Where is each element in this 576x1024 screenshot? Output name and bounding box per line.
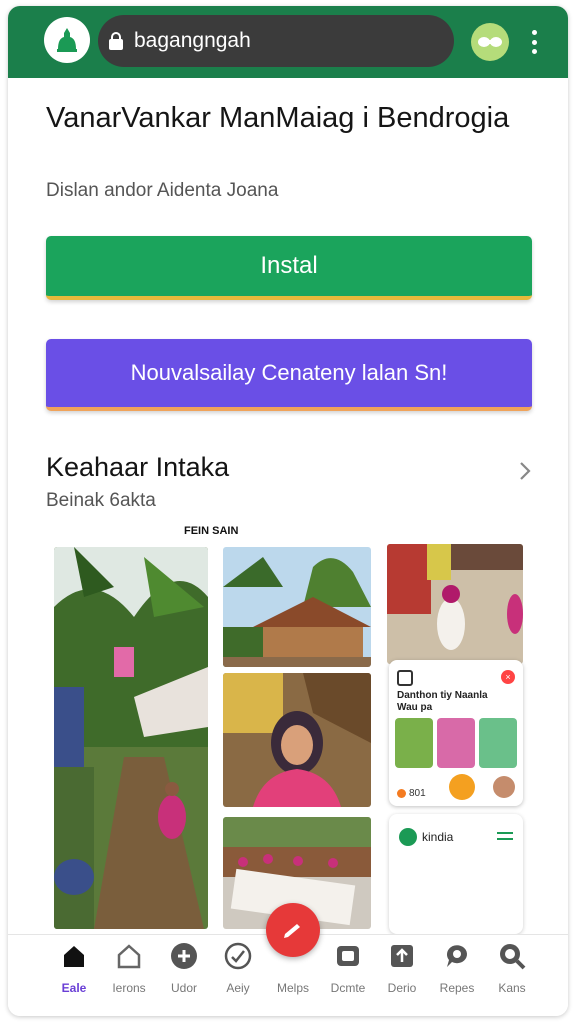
gallery-photo-girl[interactable] <box>223 673 371 807</box>
plus-circle-icon <box>169 941 199 971</box>
app-frame: bagangngah VanarVankar ManMaiag i Bendro… <box>8 6 568 1016</box>
nav-item-udor[interactable]: Udor <box>156 941 212 1007</box>
app-subtitle: Dislan andor Aidenta Joana <box>46 180 279 201</box>
preview-card[interactable]: × Danthon tiy Naanla Wau pa 801 <box>389 660 523 806</box>
gallery-photo-market[interactable] <box>387 544 523 664</box>
nav-label: Kans <box>498 981 526 995</box>
search-icon <box>497 941 527 971</box>
extension-icon[interactable] <box>471 23 509 61</box>
nav-item-home[interactable]: Eale <box>46 941 102 1007</box>
gallery-photo-village-path[interactable] <box>54 547 208 929</box>
gallery-photo-huts[interactable] <box>223 547 371 667</box>
more-vert-icon[interactable] <box>522 26 546 58</box>
nav-item-ierons[interactable]: Ierons <box>101 941 157 1007</box>
secondary-card-label: kindia <box>422 830 454 844</box>
chat-icon <box>442 941 472 971</box>
card-action-button[interactable] <box>449 774 475 800</box>
section-title: Keahaar Intaka <box>46 452 230 482</box>
nav-label: Dcmte <box>330 981 366 995</box>
share-box-icon <box>387 941 417 971</box>
nav-label: Udor <box>170 981 197 995</box>
nav-item-dcmte[interactable]: Dcmte <box>320 941 376 1007</box>
card-logo-icon <box>399 828 417 846</box>
tablet-icon <box>333 941 363 971</box>
install-button[interactable]: Instal <box>46 236 532 300</box>
app-logo-icon[interactable] <box>44 17 90 63</box>
check-circle-icon <box>223 941 253 971</box>
card-thumbnails <box>395 718 517 768</box>
card-count: 801 <box>409 788 426 799</box>
card-count-dot-icon <box>397 789 406 798</box>
nav-label: Eale <box>61 981 87 995</box>
nav-label: Derio <box>387 981 417 995</box>
nav-item-kans[interactable]: Kans <box>484 941 540 1007</box>
nav-item-derio[interactable]: Derio <box>374 941 430 1007</box>
chevron-right-icon[interactable] <box>514 458 536 484</box>
nav-label: Aeiy <box>226 981 250 995</box>
section-subtitle: Beinak 6akta <box>46 490 156 511</box>
compose-fab-button[interactable] <box>266 903 320 957</box>
app-title: VanarVankar ManMaiag i Bendrogia <box>46 102 510 134</box>
avatar[interactable] <box>493 776 515 798</box>
nav-item-repes[interactable]: Repes <box>429 941 485 1007</box>
menu-icon[interactable] <box>497 832 513 840</box>
card-thumbnail[interactable] <box>395 718 433 768</box>
secondary-action-button[interactable]: Nouvalsailay Cenateny lalan Sn! <box>46 339 532 411</box>
home-icon <box>59 941 89 971</box>
card-app-icon <box>397 670 413 686</box>
lock-icon <box>109 32 123 50</box>
card-thumbnail[interactable] <box>479 718 517 768</box>
secondary-card[interactable]: kindia <box>389 814 523 934</box>
nav-label: Repes <box>439 981 475 995</box>
nav-label: Ierons <box>112 981 146 995</box>
card-text: Danthon tiy Naanla Wau pa <box>397 690 488 713</box>
nav-item-aeiy[interactable]: Aeiy <box>210 941 266 1007</box>
gallery-label: FEIN SAIN <box>184 525 239 537</box>
close-icon[interactable]: × <box>501 670 515 684</box>
address-bar[interactable]: bagangngah <box>98 15 454 67</box>
pencil-icon <box>284 924 300 938</box>
browser-toolbar: bagangngah <box>8 6 568 78</box>
house-outline-icon <box>114 941 144 971</box>
url-text: bagangngah <box>134 29 251 52</box>
nav-label: Melps <box>276 981 309 995</box>
card-thumbnail[interactable] <box>437 718 475 768</box>
